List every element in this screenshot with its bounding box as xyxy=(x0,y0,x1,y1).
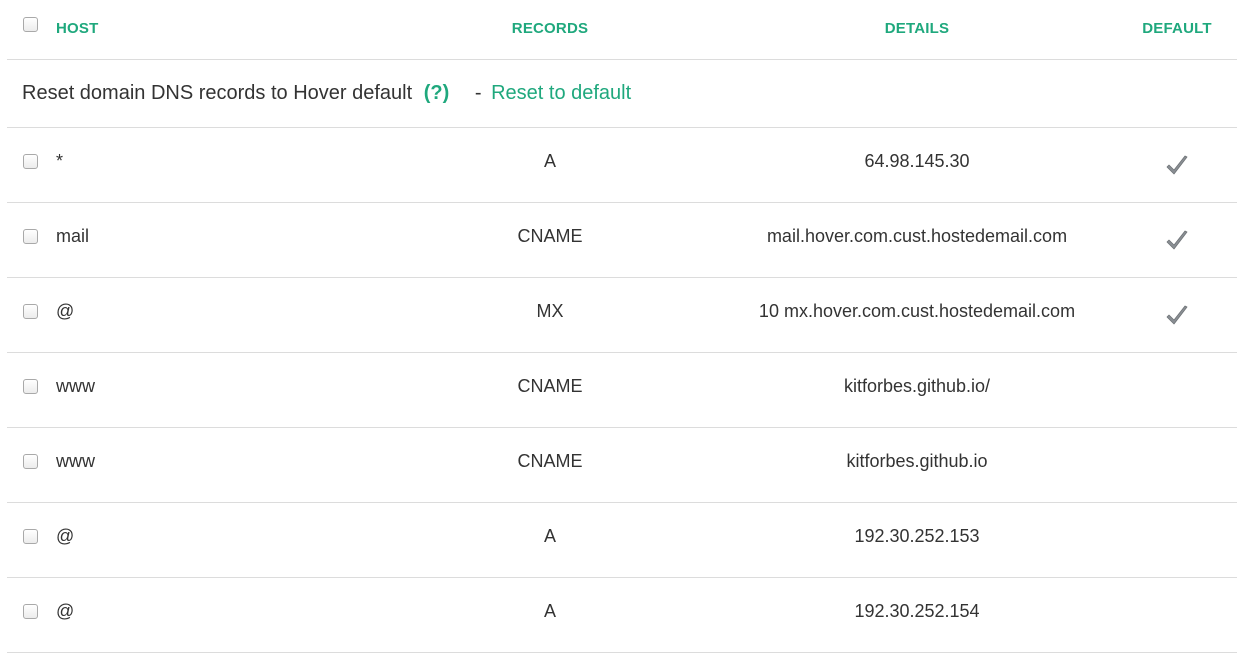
record-type-cell: CNAME xyxy=(517,376,583,396)
records-body: * A 64.98.145.30 mail CNAME mail.hover.c… xyxy=(7,128,1237,653)
default-cell xyxy=(1164,303,1190,334)
dns-records-table: HOST RECORDS DETAILS DEFAULT Reset domai… xyxy=(7,0,1237,653)
record-type-cell: A xyxy=(543,601,557,621)
table-header: HOST RECORDS DETAILS DEFAULT xyxy=(7,0,1237,60)
host-cell: * xyxy=(56,151,64,171)
table-row: mail CNAME mail.hover.com.cust.hostedema… xyxy=(7,203,1237,278)
row-checkbox[interactable] xyxy=(23,154,38,169)
record-type-cell: CNAME xyxy=(517,451,583,471)
record-type-cell: A xyxy=(543,526,557,546)
row-select-cell xyxy=(23,453,38,474)
details-cell: 64.98.145.30 xyxy=(864,151,970,171)
table-row: * A 64.98.145.30 xyxy=(7,128,1237,203)
table-row: @ A 192.30.252.154 xyxy=(7,578,1237,653)
reset-default-row: Reset domain DNS records to Hover defaul… xyxy=(7,60,1237,128)
row-checkbox[interactable] xyxy=(23,529,38,544)
row-checkbox[interactable] xyxy=(23,304,38,319)
table-row: www CNAME kitforbes.github.io/ xyxy=(7,353,1237,428)
row-checkbox[interactable] xyxy=(23,604,38,619)
row-select-cell xyxy=(23,303,38,324)
details-cell: mail.hover.com.cust.hostedemail.com xyxy=(766,226,1068,246)
select-all-cell xyxy=(23,17,38,36)
details-cell: 192.30.252.154 xyxy=(854,601,980,621)
host-cell: @ xyxy=(56,601,75,621)
details-cell: 192.30.252.153 xyxy=(854,526,980,546)
details-cell: kitforbes.github.io/ xyxy=(843,376,991,396)
host-cell: mail xyxy=(56,226,90,246)
separator-dash: - xyxy=(474,82,482,104)
details-cell: kitforbes.github.io xyxy=(846,451,988,471)
check-icon xyxy=(1166,155,1188,175)
host-column-header[interactable]: HOST xyxy=(56,20,98,37)
default-column-header[interactable]: DEFAULT xyxy=(1142,20,1211,37)
table-row: @ MX 10 mx.hover.com.cust.hostedemail.co… xyxy=(7,278,1237,353)
details-column-header[interactable]: DETAILS xyxy=(885,20,949,37)
row-select-cell xyxy=(23,378,38,399)
default-cell xyxy=(1164,228,1190,259)
row-select-cell xyxy=(23,603,38,624)
record-type-cell: MX xyxy=(536,301,564,321)
host-cell: www xyxy=(56,376,95,396)
row-select-cell xyxy=(23,153,38,174)
check-icon xyxy=(1166,230,1188,250)
reset-message: Reset domain DNS records to Hover defaul… xyxy=(22,82,631,105)
host-cell: www xyxy=(56,451,95,471)
row-select-cell xyxy=(23,228,38,249)
record-type-cell: CNAME xyxy=(517,226,583,246)
reset-description: Reset domain DNS records to Hover defaul… xyxy=(22,82,413,104)
row-select-cell xyxy=(23,528,38,549)
table-row: @ A 192.30.252.153 xyxy=(7,503,1237,578)
details-cell: 10 mx.hover.com.cust.hostedemail.com xyxy=(758,301,1076,321)
table-row: www CNAME kitforbes.github.io xyxy=(7,428,1237,503)
host-cell: @ xyxy=(56,526,75,546)
records-column-header[interactable]: RECORDS xyxy=(512,20,588,37)
check-icon xyxy=(1166,305,1188,325)
row-checkbox[interactable] xyxy=(23,379,38,394)
record-type-cell: A xyxy=(543,151,557,171)
default-cell xyxy=(1164,153,1190,184)
select-all-checkbox[interactable] xyxy=(23,17,38,32)
host-cell: @ xyxy=(56,301,75,321)
reset-to-default-link[interactable]: Reset to default xyxy=(491,82,631,104)
row-checkbox[interactable] xyxy=(23,229,38,244)
row-checkbox[interactable] xyxy=(23,454,38,469)
help-link[interactable]: (?) xyxy=(424,82,450,104)
